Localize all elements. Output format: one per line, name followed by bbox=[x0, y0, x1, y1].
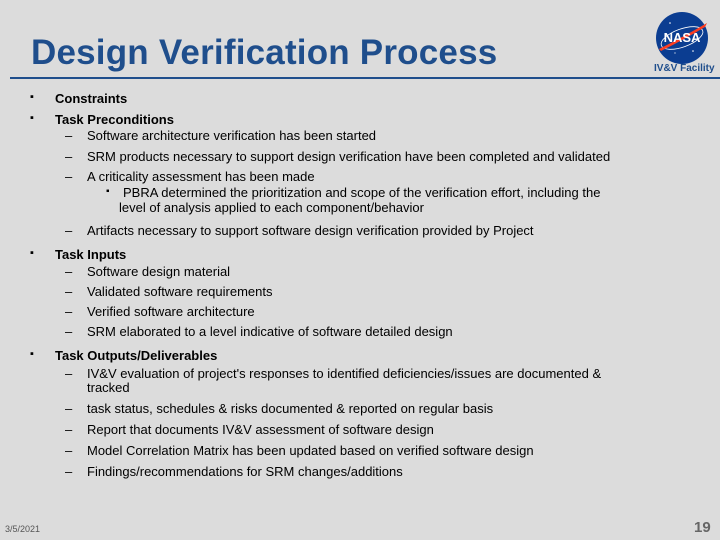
dash-icon: – bbox=[65, 464, 73, 479]
nasa-logo-icon: NASA bbox=[656, 12, 708, 64]
list-item: – Artifacts necessary to support softwar… bbox=[65, 223, 534, 238]
list-item: – A criticality assessment has been made bbox=[65, 169, 315, 184]
bullet-icon: ▪ bbox=[30, 348, 34, 360]
dash-icon: – bbox=[65, 324, 73, 339]
list-item: – Software design material bbox=[65, 264, 231, 279]
bullet-icon: ▪ bbox=[106, 186, 110, 197]
bullet-task-outputs: ▪ Task Outputs/Deliverables bbox=[30, 348, 218, 363]
dash-icon: – bbox=[65, 284, 73, 299]
bullet-icon: ▪ bbox=[30, 112, 34, 124]
sub-list-item-continued: level of analysis applied to each compon… bbox=[119, 200, 424, 215]
nasa-wordmark: NASA bbox=[664, 30, 701, 45]
dash-icon: – bbox=[65, 304, 73, 319]
page-number: 19 bbox=[694, 519, 711, 536]
dash-icon: – bbox=[65, 128, 73, 143]
list-item: – SRM products necessary to support desi… bbox=[65, 149, 611, 164]
sub-list-item: ▪ PBRA determined the prioritization and… bbox=[106, 185, 601, 200]
footer-date: 3/5/2021 bbox=[5, 524, 41, 534]
list-item: – Validated software requirements bbox=[65, 284, 273, 299]
list-item: – task status, schedules & risks documen… bbox=[65, 401, 494, 416]
title-underline bbox=[10, 77, 720, 79]
list-item-continued: tracked bbox=[87, 380, 130, 395]
dash-icon: – bbox=[65, 223, 73, 238]
list-item: – Report that documents IV&V assessment … bbox=[65, 422, 434, 437]
dash-icon: – bbox=[65, 401, 73, 416]
list-item: – Verified software architecture bbox=[65, 304, 255, 319]
logo-caption: IV&V Facility bbox=[654, 63, 715, 74]
slide-title: Design Verification Process bbox=[31, 33, 498, 72]
dash-icon: – bbox=[65, 422, 73, 437]
list-item: – SRM elaborated to a level indicative o… bbox=[65, 324, 453, 339]
bullet-constraints: ▪ Constraints bbox=[30, 91, 128, 106]
dash-icon: – bbox=[65, 169, 73, 184]
dash-icon: – bbox=[65, 366, 73, 381]
list-item: – IV&V evaluation of project's responses… bbox=[65, 366, 602, 381]
bullet-task-inputs: ▪ Task Inputs bbox=[30, 247, 127, 262]
dash-icon: – bbox=[65, 264, 73, 279]
dash-icon: – bbox=[65, 149, 73, 164]
bullet-task-preconditions: ▪ Task Preconditions bbox=[30, 112, 174, 127]
dash-icon: – bbox=[65, 443, 73, 458]
list-item: – Software architecture verification has… bbox=[65, 128, 377, 143]
bullet-icon: ▪ bbox=[30, 91, 34, 103]
bullet-icon: ▪ bbox=[30, 247, 34, 259]
list-item: – Findings/recommendations for SRM chang… bbox=[65, 464, 403, 479]
list-item: – Model Correlation Matrix has been upda… bbox=[65, 443, 534, 458]
